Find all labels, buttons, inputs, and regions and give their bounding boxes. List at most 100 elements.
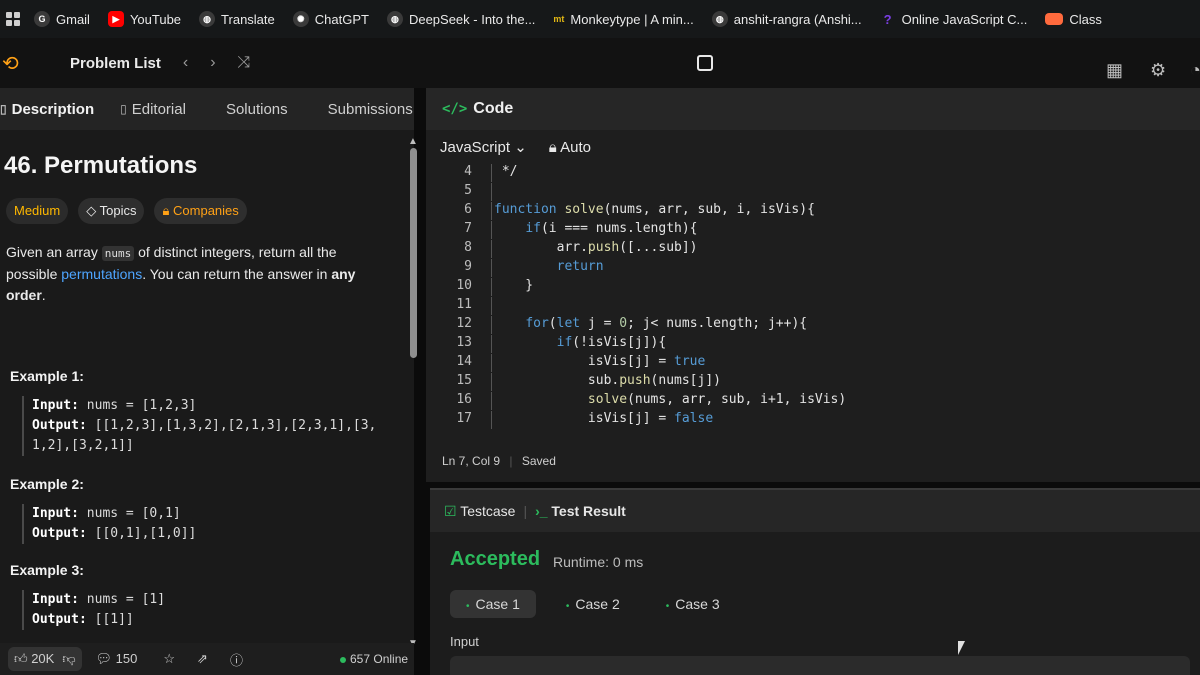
theme-icon[interactable]: ◔: [1190, 60, 1200, 81]
class-icon: [1045, 13, 1064, 25]
scroll-up-icon[interactable]: ▲: [408, 136, 418, 147]
chevron-down-icon: ⌄: [514, 139, 527, 156]
bookmark-translate[interactable]: ◍ Translate: [199, 11, 275, 27]
inline-code: nums: [101, 246, 135, 261]
settings-gear-icon[interactable]: ⚙: [1150, 60, 1166, 81]
code-line[interactable]: 12 for(let j = 0; j< nums.length; j++){: [426, 316, 807, 334]
code-editor[interactable]: 4 */5 6 function solve(nums, arr, sub, i, …: [426, 164, 1200, 438]
code-brackets-icon: </>: [442, 101, 468, 117]
input-label: Input: [450, 634, 479, 649]
online-count: 657 Online: [340, 652, 408, 666]
problem-description: Given an array nums of distinct integers…: [6, 244, 356, 303]
problem-title[interactable]: 46. Permutations: [4, 152, 414, 180]
line-number: 7: [464, 221, 472, 236]
favorite-star-icon[interactable]: ☆: [163, 651, 175, 667]
code-line[interactable]: 16 solve(nums, arr, sub, i+1, isVis): [426, 392, 846, 410]
leetcode-logo-icon[interactable]: ⟲: [2, 51, 42, 76]
line-number: 4: [464, 164, 472, 179]
example-2-box: Input: nums = [0,1] Output: [[0,1],[1,0]…: [22, 504, 414, 544]
language-select[interactable]: JavaScript ⌄: [440, 138, 527, 156]
problem-tags: Medium ◇ Topics 🔒︎ Companies: [6, 198, 414, 224]
companies-chip[interactable]: 🔒︎ Companies: [154, 198, 247, 224]
online-dot-icon: [340, 657, 346, 663]
bookmark-deepseek[interactable]: ◍ DeepSeek - Into the...: [386, 11, 535, 27]
case-tabs: • Case 1 • Case 2 • Case 3: [450, 590, 736, 618]
example-1-label: Example 1:: [10, 368, 84, 384]
deepseek-icon: ◍: [386, 11, 403, 27]
fold-gutter: [472, 259, 492, 277]
fold-gutter: [472, 183, 492, 201]
lock-icon: 🔒︎: [548, 138, 561, 156]
dislike-button[interactable]: 👎︎: [62, 651, 75, 667]
tab-test-result[interactable]: ›_ Test Result: [535, 503, 626, 519]
line-number: 9: [464, 259, 472, 274]
bookmark-github[interactable]: ◍ anshit-rangra (Anshi...: [711, 11, 862, 27]
code-line[interactable]: 11: [426, 297, 494, 315]
fold-gutter: [472, 164, 492, 182]
description-scrollbar[interactable]: [410, 148, 417, 358]
code-text: }: [494, 278, 534, 293]
tab-description[interactable]: ▯ Description: [0, 101, 94, 118]
bookmark-monkeytype[interactable]: mt Monkeytype | A min...: [553, 11, 693, 27]
js-compiler-icon: ?: [883, 11, 892, 27]
code-line[interactable]: 15 sub.push(nums[j]): [426, 373, 721, 391]
code-line[interactable]: 9 return: [426, 259, 604, 277]
code-text: arr.push([...sub]): [494, 240, 698, 255]
line-number: 16: [456, 392, 472, 407]
fold-gutter: [472, 335, 492, 353]
chatgpt-icon: ✺: [292, 11, 309, 27]
tab-solutions[interactable]: Solutions: [226, 101, 288, 118]
example-3-label: Example 3:: [10, 562, 84, 578]
input-value-box[interactable]: [450, 656, 1190, 675]
tab-submissions[interactable]: Submissions: [328, 101, 413, 118]
shuffle-icon[interactable]: ⤨: [238, 54, 251, 72]
code-line[interactable]: 10 }: [426, 278, 533, 296]
permutations-link[interactable]: permutations: [61, 266, 142, 282]
layout-icon[interactable]: ▦: [1106, 60, 1123, 81]
bookmark-chatgpt[interactable]: ✺ ChatGPT: [292, 11, 369, 27]
result-header: ☑ Testcase | ›_ Test Result: [430, 490, 1200, 532]
line-number: 17: [456, 411, 472, 426]
fold-gutter: [472, 202, 492, 220]
code-line[interactable]: 6 function solve(nums, arr, sub, i, isVis…: [426, 202, 815, 220]
case-tab-3[interactable]: • Case 3: [650, 590, 736, 618]
code-line[interactable]: 17 isVis[j] = false: [426, 411, 713, 429]
prev-problem-icon[interactable]: ‹: [183, 54, 188, 72]
code-line[interactable]: 5: [426, 183, 494, 201]
bookmark-js-compiler[interactable]: ? Online JavaScript C...: [880, 11, 1028, 27]
tab-editorial[interactable]: ▯ Editorial: [120, 101, 186, 118]
top-nav: ⟲ Problem List ‹ › ⤨ ▦ ⚙ ◔: [0, 38, 1200, 88]
code-line[interactable]: 13 if(!isVis[j]){: [426, 335, 666, 353]
notes-icon[interactable]: [697, 55, 713, 71]
case-tab-2[interactable]: • Case 2: [550, 590, 636, 618]
github-icon: ◍: [711, 11, 728, 27]
code-line[interactable]: 4 */: [426, 164, 517, 182]
tab-testcase[interactable]: ☑ Testcase: [444, 503, 515, 520]
line-number: 11: [456, 297, 472, 312]
code-line[interactable]: 8 arr.push([...sub]): [426, 240, 698, 258]
bookmark-youtube[interactable]: ▶ YouTube: [107, 11, 181, 27]
code-line[interactable]: 7 if(i === nums.length){: [426, 221, 698, 239]
difficulty-badge: Medium: [6, 198, 69, 224]
line-number: 10: [456, 278, 472, 293]
bookmark-class[interactable]: Class: [1045, 12, 1102, 27]
comments-button[interactable]: 💬︎ 150: [96, 651, 138, 667]
code-text: isVis[j] = false: [494, 411, 714, 426]
like-button[interactable]: 👍︎ 20K: [14, 651, 54, 667]
help-icon[interactable]: ⓘ: [230, 650, 243, 669]
topics-chip[interactable]: ◇ Topics: [78, 198, 145, 224]
code-line[interactable]: 14 isVis[j] = true: [426, 354, 705, 372]
problem-list-link[interactable]: Problem List: [70, 55, 161, 72]
apps-grid-icon[interactable]: [6, 12, 20, 26]
code-text: function solve(nums, arr, sub, i, isVis)…: [494, 202, 815, 217]
case-tab-1[interactable]: • Case 1: [450, 590, 536, 618]
share-icon[interactable]: ⇗: [197, 651, 208, 667]
pass-dot-icon: •: [665, 601, 670, 612]
lock-icon: 🔒︎: [162, 203, 174, 218]
auto-mode-toggle[interactable]: 🔒︎ Auto: [549, 139, 591, 156]
checkbox-icon: ☑: [444, 502, 461, 519]
bookmark-gmail[interactable]: G Gmail: [34, 11, 90, 27]
example-1-box: Input: nums = [1,2,3] Output: [[1,2,3],[…: [22, 396, 414, 456]
pass-dot-icon: •: [565, 601, 570, 612]
next-problem-icon[interactable]: ›: [210, 54, 215, 72]
